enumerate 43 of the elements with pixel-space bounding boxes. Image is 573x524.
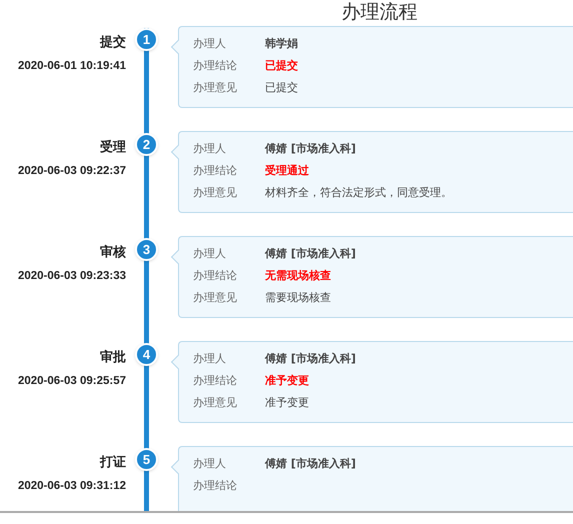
step-number-badge: 1: [135, 28, 158, 51]
field-label: 办理意见: [193, 184, 238, 201]
field-label: 办理人: [193, 246, 227, 262]
field-label: 办理人: [193, 350, 227, 367]
field-label: 办理意见: [193, 80, 238, 96]
field-value: 需要现场核查: [265, 290, 331, 306]
step-title: 打证: [100, 454, 126, 472]
step-time: 2020-06-03 09:23:33: [18, 269, 126, 284]
field-value: 准予变更: [265, 372, 309, 389]
field-label: 办理人: [193, 140, 227, 157]
page-title: 办理流程: [342, 0, 418, 25]
field-value: 韩学娟: [265, 36, 298, 52]
field-value: 已提交: [265, 58, 298, 74]
field-value: 已提交: [265, 80, 298, 96]
step-title: 审批: [100, 349, 126, 367]
field-value: 准予变更: [265, 394, 309, 411]
field-label: 办理结论: [193, 372, 238, 389]
step-title: 受理: [100, 139, 126, 157]
field-label: 办理人: [193, 36, 227, 52]
step-number-badge: 4: [135, 343, 158, 366]
step-number-badge: 3: [135, 238, 158, 261]
field-label: 办理结论: [193, 478, 238, 494]
field-value: 材料齐全，符合法定形式，同意受理。: [265, 184, 452, 201]
step-time: 2020-06-03 09:25:57: [18, 374, 126, 389]
step-number-badge: 2: [135, 133, 158, 156]
field-label: 办理意见: [193, 290, 238, 306]
field-label: 办理结论: [193, 162, 238, 179]
step-time: 2020-06-03 09:22:37: [18, 164, 126, 179]
step-title: 提交: [100, 34, 126, 52]
step-number-badge: 5: [135, 448, 158, 471]
step-time: 2020-06-01 10:19:41: [18, 59, 126, 74]
step-title: 审核: [100, 244, 126, 262]
field-label: 办理人: [193, 456, 227, 472]
field-value: 无需现场核查: [265, 268, 331, 284]
field-label: 办理结论: [193, 268, 238, 284]
field-label: 办理意见: [193, 394, 238, 411]
step-time: 2020-06-03 09:31:12: [18, 479, 126, 494]
field-label: 办理结论: [193, 58, 238, 74]
field-value: 傅婧 [市场准入科]: [265, 350, 356, 367]
field-value: 傅婧 [市场准入科]: [265, 140, 356, 157]
field-value: 受理通过: [265, 162, 309, 179]
field-value: 傅婧 [市场准入科]: [265, 246, 356, 262]
field-value: 傅婧 [市场准入科]: [265, 456, 356, 472]
